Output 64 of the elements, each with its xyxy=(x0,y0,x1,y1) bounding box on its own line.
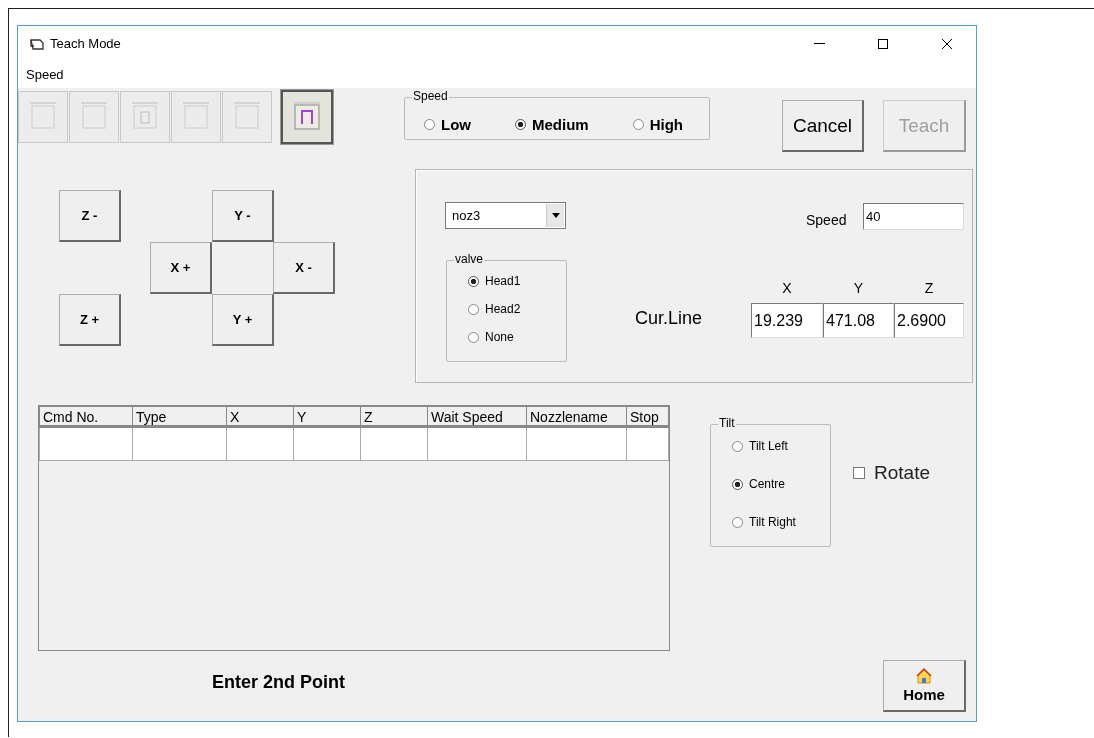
jog-button[interactable]: X - xyxy=(273,242,335,294)
status-text: Enter 2nd Point xyxy=(212,672,345,693)
radio-indicator[interactable] xyxy=(468,275,479,287)
group-label: valve xyxy=(454,252,484,266)
radio-button[interactable]: High xyxy=(632,109,683,140)
square-icon xyxy=(181,102,211,132)
column-header[interactable]: Stop xyxy=(626,406,669,428)
field-label: Speed xyxy=(806,212,847,228)
column-header[interactable]: Nozzlename xyxy=(526,406,627,428)
radio-indicator[interactable] xyxy=(468,331,479,343)
coordinate-field[interactable]: 19.239 xyxy=(751,303,823,338)
maximize-icon xyxy=(877,37,889,50)
radio-indicator[interactable] xyxy=(732,478,743,490)
minimize-icon xyxy=(813,43,825,44)
radio-button[interactable]: Tilt Right xyxy=(732,515,831,529)
field-label: Cur.Line xyxy=(635,308,703,329)
house-icon xyxy=(916,668,932,684)
jog-button[interactable]: Y + xyxy=(212,294,274,346)
jog-button[interactable]: X + xyxy=(150,242,212,294)
radio-indicator[interactable] xyxy=(732,516,743,528)
square-icon xyxy=(130,102,160,132)
app-icon xyxy=(30,37,44,50)
radio-indicator[interactable] xyxy=(515,119,526,130)
column-header[interactable]: Z xyxy=(360,406,428,428)
dropdown-arrow-icon xyxy=(551,213,560,218)
column-header[interactable]: Cmd No. xyxy=(39,406,133,428)
radio-button[interactable]: Tilt Left xyxy=(732,439,831,453)
nozzle-dropdown[interactable]: noz3 xyxy=(445,202,566,229)
coordinate-field[interactable]: 2.6900 xyxy=(894,303,964,338)
radio-button[interactable]: Medium xyxy=(515,109,589,140)
radio-button[interactable]: Low xyxy=(424,109,471,140)
radio-indicator[interactable] xyxy=(732,440,743,452)
home-button[interactable]: Home xyxy=(883,660,966,712)
axis-label: Y xyxy=(852,280,865,296)
axis-label: X xyxy=(781,280,793,296)
radio-button[interactable]: None xyxy=(468,330,567,344)
column-header[interactable]: Wait Speed xyxy=(427,406,527,428)
radio-indicator[interactable] xyxy=(424,119,435,130)
coordinate-field[interactable]: 471.08 xyxy=(823,303,894,338)
radio-button[interactable]: Head1 xyxy=(468,274,567,288)
group-label: Tilt xyxy=(718,416,736,430)
menu-item[interactable]: Speed xyxy=(26,67,64,82)
radio-button[interactable]: Head2 xyxy=(468,302,567,316)
axis-label: Z xyxy=(923,280,935,296)
jog-button[interactable]: Y - xyxy=(212,190,274,242)
column-header[interactable]: Y xyxy=(293,406,361,428)
close-icon xyxy=(941,37,953,50)
toolbar-button[interactable] xyxy=(281,90,333,144)
column-header[interactable]: Type xyxy=(132,406,227,428)
radio-button[interactable]: Centre xyxy=(732,477,831,491)
speed-field[interactable]: 40 xyxy=(863,203,964,230)
radio-indicator[interactable] xyxy=(632,119,644,130)
group-label: Speed xyxy=(412,89,449,103)
action-button[interactable]: Cancel xyxy=(782,100,864,152)
square-icon xyxy=(79,102,109,132)
rotate-checkbox[interactable]: Rotate xyxy=(853,462,930,484)
window-title: Teach Mode xyxy=(50,36,122,51)
bracket-icon xyxy=(292,102,322,132)
square-icon xyxy=(232,102,262,132)
column-header[interactable]: X xyxy=(226,406,294,428)
radio-indicator[interactable] xyxy=(468,303,479,315)
jog-button[interactable]: Z - xyxy=(59,190,121,242)
jog-button[interactable]: Z + xyxy=(59,294,121,346)
square-icon xyxy=(28,102,58,132)
